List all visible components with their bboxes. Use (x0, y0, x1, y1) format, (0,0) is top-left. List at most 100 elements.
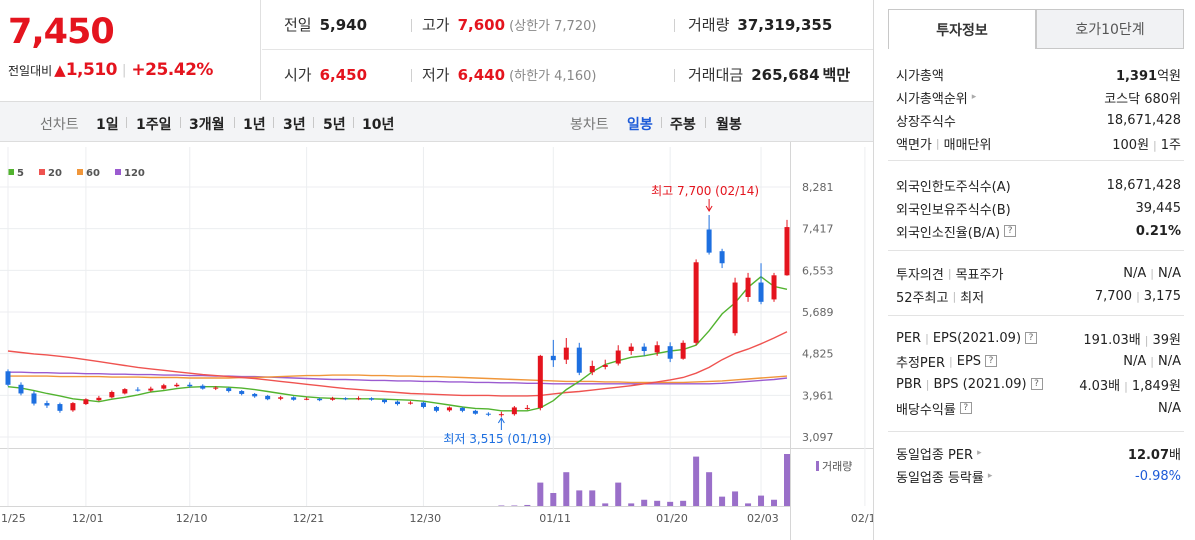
info-row-label[interactable]: 동일업종 등락률 ▸ (896, 467, 992, 486)
candle-body (174, 384, 180, 387)
caret-right-icon: ▸ (977, 448, 982, 458)
candle-body (317, 398, 323, 401)
info-label: 배당수익률 (896, 402, 956, 418)
info-row: 투자의견 | 목표주가 N/A | N/A (896, 262, 1181, 284)
low-price: 저가 6,440 (하한가 4,160) (422, 64, 596, 85)
info-row: 52주최고 | 최저 7,700 | 3,175 (896, 285, 1181, 307)
period-3y[interactable]: 3년 (283, 114, 306, 134)
lower-limit: (하한가 4,160) (509, 69, 597, 84)
candle-body (719, 251, 725, 264)
x-tick-label: 02/03 (747, 512, 779, 525)
period-10y[interactable]: 10년 (362, 114, 394, 134)
info-label-secondary: 목표주가 (955, 267, 1004, 283)
candle-chart-label: 봉차트 (570, 117, 609, 133)
section-divider (888, 160, 1184, 161)
volume-bar (537, 482, 544, 506)
help-icon[interactable]: ? (1030, 378, 1043, 390)
y-tick-label: 7,417 (802, 223, 834, 236)
candle-body (18, 384, 24, 394)
price-stats: 전일 5,940 고가 7,600 (상한가 7,720) 거래량 37,319… (262, 0, 873, 100)
divider: | (1124, 379, 1128, 393)
candle-body (70, 403, 76, 411)
info-row-value: 0.21% (1136, 224, 1181, 239)
info-row-label: 외국인보유주식수(B) (896, 199, 1011, 218)
period-3m[interactable]: 3개월 (189, 114, 225, 134)
divider (661, 117, 662, 128)
candle-monthly[interactable]: 월봉 (716, 114, 742, 134)
info-label: 추정PER (896, 355, 946, 371)
legend-swatch (8, 169, 14, 175)
info-row-label: 52주최고 | 최저 (896, 287, 984, 306)
candle-body (472, 410, 478, 414)
info-row: PER | EPS(2021.09)? 191.03배 | 39원 (896, 327, 1181, 349)
info-row-label: 외국인한도주식수(A) (896, 176, 1011, 195)
divider (180, 117, 181, 128)
volume-bar (771, 499, 778, 506)
x-tick-label: 01/20 (656, 512, 688, 525)
volume-label: 거래량 (688, 16, 730, 34)
info-value: -0.98% (1135, 468, 1181, 484)
volume-bar (719, 496, 726, 506)
candle-body (498, 414, 504, 416)
period-1y[interactable]: 1년 (243, 114, 266, 134)
help-icon[interactable]: ? (985, 355, 998, 367)
info-value: 코스닥 680위 (1104, 91, 1181, 107)
info-value: 7,700 (1094, 288, 1133, 304)
stock-quote-panel: 7,450 전일대비 ▲ 1,510 | +25.42% 전일 5,940 고가… (0, 0, 1195, 540)
info-row-value: 7,700 | 3,175 (1095, 289, 1181, 304)
info-label-secondary: 최저 (960, 290, 985, 306)
info-label: 외국인한도주식수(A) (896, 179, 1011, 195)
volume-bar (745, 503, 752, 506)
info-row-value: 39,445 (1136, 201, 1182, 216)
legend-label: 20 (48, 168, 62, 179)
candle-body (693, 262, 699, 343)
help-icon[interactable]: ? (1004, 225, 1017, 237)
period-1d[interactable]: 1일 (96, 114, 119, 134)
divider: | (122, 62, 127, 78)
divider: | (952, 289, 957, 303)
y-tick-label: 3,961 (802, 389, 834, 402)
info-row: 외국인한도주식수(A) 18,671,428 (896, 174, 1181, 196)
candle-weekly[interactable]: 주봉 (670, 114, 696, 134)
volume-bar (589, 490, 596, 506)
high-price: 고가 7,600 (상한가 7,720) (422, 14, 596, 35)
info-label: 상장주식수 (896, 114, 956, 130)
candle-body (343, 398, 349, 400)
annotation-high: 최고 7,700 (02/14) (651, 184, 759, 198)
candle-body (771, 275, 777, 300)
x-tick-label: 12/30 (409, 512, 441, 525)
info-value: N/A (1123, 265, 1147, 281)
candle-body (304, 398, 310, 400)
info-row-label[interactable]: 시가총액순위 ▸ (896, 88, 976, 107)
candle-body (226, 388, 232, 392)
volume: 거래량 37,319,355 (688, 14, 832, 35)
period-1w[interactable]: 1주일 (136, 114, 172, 134)
caret-right-icon: ▸ (987, 471, 993, 481)
trade-amount-value: 265,684 (751, 65, 820, 84)
tab-order-book[interactable]: 호가10단계 (1036, 9, 1184, 49)
volume-bar (667, 501, 674, 506)
tab-investment-info[interactable]: 투자정보 (888, 9, 1036, 49)
info-row: 동일업종 등락률 ▸ -0.98% (896, 465, 1181, 487)
info-row-value: 4.03배 | 1,849원 (1079, 375, 1181, 394)
divider (674, 19, 675, 32)
candle-body (161, 385, 167, 389)
help-icon[interactable]: ? (1025, 332, 1038, 344)
volume-bar (511, 505, 518, 506)
volume-bar (680, 500, 687, 506)
stock-chart[interactable]: 5 20 60 120 8,281 7,417 6,553 5,689 4,825 3,961 3,… (0, 142, 883, 540)
period-5y[interactable]: 5년 (323, 114, 346, 134)
info-row-value: 18,671,428 (1107, 113, 1181, 128)
info-row: 배당수익률? N/A (896, 397, 1181, 419)
volume-bar (602, 503, 609, 506)
candle-body (369, 398, 375, 400)
divider: | (1153, 138, 1157, 152)
info-row-label[interactable]: 동일업종 PER ▸ (896, 444, 982, 463)
candle-body (31, 393, 37, 404)
legend-label: 120 (124, 168, 145, 179)
candle-daily[interactable]: 일봉 (627, 114, 653, 134)
info-value: 191.03배 (1083, 332, 1141, 348)
info-label-secondary: EPS (956, 353, 982, 369)
help-icon[interactable]: ? (959, 402, 972, 414)
candle-body (5, 371, 11, 385)
